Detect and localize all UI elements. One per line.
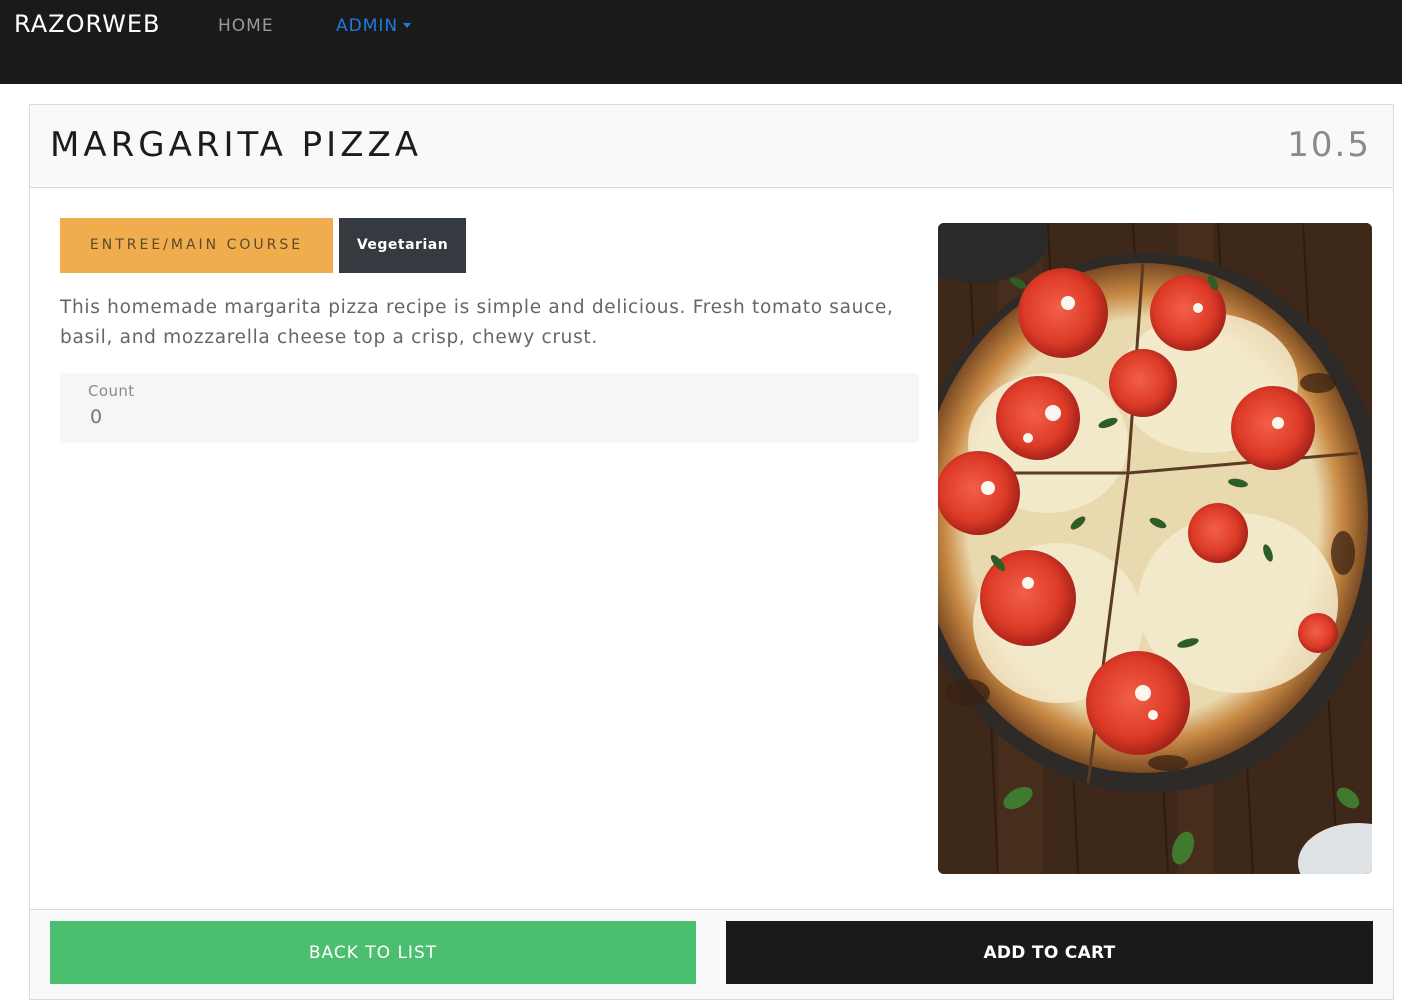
nav-admin-dropdown[interactable]: ADMIN: [336, 16, 412, 36]
back-to-list-button[interactable]: BACK TO LIST: [50, 921, 696, 984]
product-price: 10.5: [1287, 125, 1371, 165]
diet-badge: Vegetarian: [339, 218, 466, 273]
brand-logo[interactable]: RAZORWEB: [14, 10, 161, 38]
count-value: 0: [90, 406, 103, 428]
product-title: MARGARITA PIZZA: [50, 125, 423, 165]
card-header: MARGARITA PIZZA 10.5: [30, 105, 1393, 188]
nav-home-link[interactable]: HOME: [218, 16, 274, 36]
product-description: This homemade margarita pizza recipe is …: [60, 297, 894, 348]
add-to-cart-button[interactable]: ADD TO CART: [726, 921, 1373, 984]
count-field: Count 0: [60, 373, 919, 443]
card-footer: BACK TO LIST ADD TO CART: [30, 909, 1393, 999]
product-card: MARGARITA PIZZA 10.5 ENTREE/MAIN COURSE …: [29, 104, 1394, 1000]
nav-admin-label: ADMIN: [336, 16, 399, 36]
count-label: Count: [88, 382, 135, 400]
category-badge: ENTREE/MAIN COURSE: [60, 218, 333, 273]
chevron-down-icon: [403, 23, 412, 28]
pizza-image: [938, 223, 1372, 874]
top-navbar: RAZORWEB HOME ADMIN: [0, 0, 1402, 84]
